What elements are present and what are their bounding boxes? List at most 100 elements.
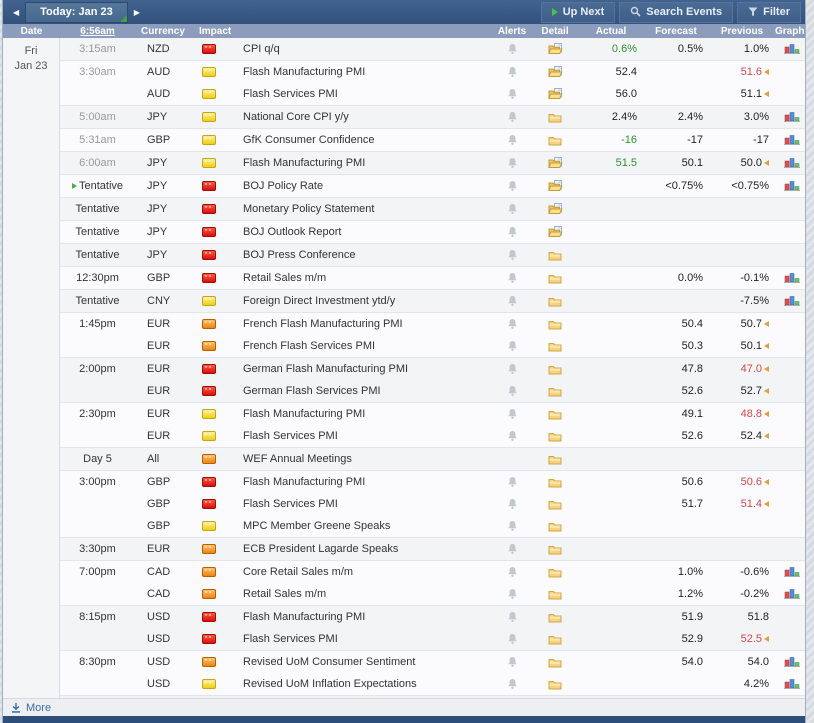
detail-folder-icon[interactable] [548,521,562,532]
detail-folder-icon[interactable] [548,431,562,442]
alert-bell-icon[interactable] [507,318,518,330]
event-title[interactable]: Retail Sales m/m [235,272,493,284]
event-title[interactable]: French Flash Manufacturing PMI [235,318,493,330]
event-title[interactable]: BOJ Outlook Report [235,226,493,238]
alert-bell-icon[interactable] [507,226,518,238]
alert-bell-icon[interactable] [507,476,518,488]
next-day-button[interactable]: ▶ [128,5,146,20]
alert-bell-icon[interactable] [507,408,518,420]
event-title[interactable]: German Flash Services PMI [235,385,493,397]
prev-day-button[interactable]: ◀ [7,5,25,20]
detail-folder-icon[interactable] [548,250,562,261]
event-title[interactable]: Foreign Direct Investment ytd/y [235,295,493,307]
detail-folder-icon[interactable] [548,634,562,645]
detail-folder-icon[interactable] [548,499,562,510]
event-title[interactable]: MPC Member Greene Speaks [235,520,493,532]
detail-news-icon[interactable] [548,180,563,192]
event-title[interactable]: Flash Manufacturing PMI [235,408,493,420]
alert-bell-icon[interactable] [507,633,518,645]
filter-button[interactable]: Filter [737,2,801,23]
event-title[interactable]: Revised UoM Inflation Expectations [235,678,493,690]
alert-bell-icon[interactable] [507,249,518,261]
detail-folder-icon[interactable] [548,679,562,690]
detail-folder-icon[interactable] [548,477,562,488]
alert-bell-icon[interactable] [507,111,518,123]
event-title[interactable]: Retail Sales m/m [235,588,493,600]
col-current-time[interactable]: 6:56am [60,26,135,37]
alert-bell-icon[interactable] [507,88,518,100]
event-title[interactable]: Flash Manufacturing PMI [235,66,493,78]
alert-bell-icon[interactable] [507,543,518,555]
detail-news-icon[interactable] [548,66,563,78]
event-title[interactable]: National Core CPI y/y [235,111,493,123]
event-title[interactable]: BOJ Press Conference [235,249,493,261]
detail-folder-icon[interactable] [548,544,562,555]
detail-news-icon[interactable] [548,88,563,100]
graph-icon[interactable] [784,566,800,578]
graph-icon[interactable] [784,295,800,307]
detail-folder-icon[interactable] [548,341,562,352]
detail-news-icon[interactable] [548,43,563,55]
more-bar[interactable]: More [3,698,805,716]
detail-folder-icon[interactable] [548,612,562,623]
event-title[interactable]: BOJ Policy Rate [235,180,493,192]
event-title[interactable]: Revised UoM Consumer Sentiment [235,656,493,668]
detail-folder-icon[interactable] [548,454,562,465]
alert-bell-icon[interactable] [507,272,518,284]
graph-icon[interactable] [784,588,800,600]
detail-folder-icon[interactable] [548,589,562,600]
event-title[interactable]: CPI q/q [235,43,493,55]
alert-bell-icon[interactable] [507,340,518,352]
alert-bell-icon[interactable] [507,203,518,215]
detail-folder-icon[interactable] [548,296,562,307]
alert-bell-icon[interactable] [507,498,518,510]
detail-folder-icon[interactable] [548,409,562,420]
detail-folder-icon[interactable] [548,135,562,146]
up-next-button[interactable]: Up Next [541,2,616,23]
event-title[interactable]: Flash Services PMI [235,430,493,442]
event-title[interactable]: Flash Manufacturing PMI [235,157,493,169]
event-title[interactable]: Core Retail Sales m/m [235,566,493,578]
alert-bell-icon[interactable] [507,295,518,307]
alert-bell-icon[interactable] [507,157,518,169]
graph-icon[interactable] [784,43,800,55]
alert-bell-icon[interactable] [507,430,518,442]
alert-bell-icon[interactable] [507,656,518,668]
detail-news-icon[interactable] [548,226,563,238]
event-title[interactable]: Flash Services PMI [235,88,493,100]
event-title[interactable]: Flash Services PMI [235,633,493,645]
graph-icon[interactable] [784,134,800,146]
graph-icon[interactable] [784,656,800,668]
event-title[interactable]: Flash Services PMI [235,498,493,510]
detail-folder-icon[interactable] [548,657,562,668]
detail-news-icon[interactable] [548,157,563,169]
alert-bell-icon[interactable] [507,134,518,146]
graph-icon[interactable] [784,111,800,123]
alert-bell-icon[interactable] [507,588,518,600]
detail-folder-icon[interactable] [548,386,562,397]
alert-bell-icon[interactable] [507,363,518,375]
event-title[interactable]: Flash Manufacturing PMI [235,476,493,488]
graph-icon[interactable] [784,157,800,169]
event-title[interactable]: French Flash Services PMI [235,340,493,352]
event-title[interactable]: WEF Annual Meetings [235,453,493,465]
detail-folder-icon[interactable] [548,567,562,578]
alert-bell-icon[interactable] [507,66,518,78]
event-title[interactable]: German Flash Manufacturing PMI [235,363,493,375]
detail-folder-icon[interactable] [548,112,562,123]
graph-icon[interactable] [784,180,800,192]
today-button[interactable]: Today: Jan 23 [25,2,128,23]
graph-icon[interactable] [784,272,800,284]
event-title[interactable]: GfK Consumer Confidence [235,134,493,146]
alert-bell-icon[interactable] [507,566,518,578]
event-title[interactable]: ECB President Lagarde Speaks [235,543,493,555]
alert-bell-icon[interactable] [507,180,518,192]
event-title[interactable]: Flash Manufacturing PMI [235,611,493,623]
alert-bell-icon[interactable] [507,43,518,55]
alert-bell-icon[interactable] [507,520,518,532]
detail-folder-icon[interactable] [548,364,562,375]
detail-news-icon[interactable] [548,203,563,215]
alert-bell-icon[interactable] [507,385,518,397]
search-events-button[interactable]: Search Events [619,2,733,23]
event-title[interactable]: Monetary Policy Statement [235,203,493,215]
